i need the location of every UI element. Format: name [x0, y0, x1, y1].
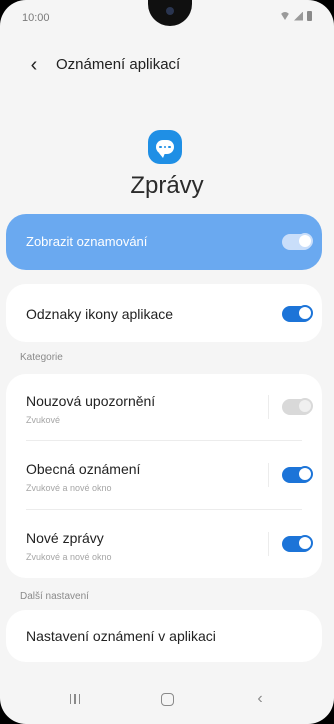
app-name: Zprávy — [130, 172, 204, 199]
show-notifications-row[interactable]: Zobrazit oznamování — [6, 214, 322, 270]
status-time: 10:00 — [22, 12, 50, 24]
show-notifications-label: Zobrazit oznamování — [26, 234, 148, 249]
wifi-icon — [280, 12, 290, 20]
camera-icon — [166, 7, 174, 15]
battery-icon — [307, 11, 312, 21]
message-bubble-icon — [148, 130, 182, 164]
page-title: Oznámení aplikací — [56, 56, 181, 73]
status-bar: 10:00 — [0, 0, 334, 34]
category-title: Nouzová upozornění — [26, 393, 156, 409]
home-icon[interactable] — [147, 686, 187, 712]
category-row-emergency[interactable]: Nouzová upozornění Zvukové — [6, 374, 322, 440]
badges-toggle[interactable] — [282, 305, 313, 322]
category-row-general[interactable]: Obecná oznámení Zvukové a nové okno — [6, 441, 322, 509]
signal-icon — [294, 11, 303, 21]
badges-row[interactable]: Odznaky ikony aplikace — [6, 284, 322, 342]
category-toggle-general[interactable] — [282, 466, 313, 483]
category-subtitle: Zvukové a nové okno — [26, 552, 112, 562]
status-icons — [280, 11, 312, 21]
category-toggle-emergency[interactable] — [282, 398, 313, 415]
recents-icon[interactable] — [55, 686, 95, 712]
category-title: Nové zprávy — [26, 530, 104, 546]
in-app-notification-settings-row[interactable]: Nastavení oznámení v aplikaci — [6, 610, 322, 662]
back-icon[interactable]: ‹ — [240, 686, 280, 712]
more-settings-section-label: Další nastavení — [20, 591, 89, 602]
phone-screen: 10:00 ‹ Oznámení aplikací Zprávy Zobrazi… — [0, 0, 334, 724]
in-app-notification-settings-label: Nastavení oznámení v aplikaci — [26, 628, 216, 644]
categories-card: Nouzová upozornění Zvukové Obecná oznáme… — [6, 374, 322, 578]
more-settings-card: Nastavení oznámení v aplikaci — [6, 610, 322, 662]
categories-section-label: Kategorie — [20, 352, 63, 363]
category-subtitle: Zvukové a nové okno — [26, 483, 112, 493]
camera-notch — [148, 0, 192, 26]
category-toggle-new-messages[interactable] — [282, 535, 313, 552]
category-subtitle: Zvukové — [26, 415, 61, 425]
category-title: Obecná oznámení — [26, 461, 141, 477]
badges-card: Odznaky ikony aplikace — [6, 284, 322, 342]
show-notifications-toggle[interactable] — [282, 233, 313, 250]
category-row-new-messages[interactable]: Nové zprávy Zvukové a nové okno — [6, 510, 322, 578]
chevron-left-icon[interactable]: ‹ — [26, 55, 42, 75]
badges-label: Odznaky ikony aplikace — [26, 306, 174, 322]
navigation-bar: ‹ — [0, 680, 334, 724]
